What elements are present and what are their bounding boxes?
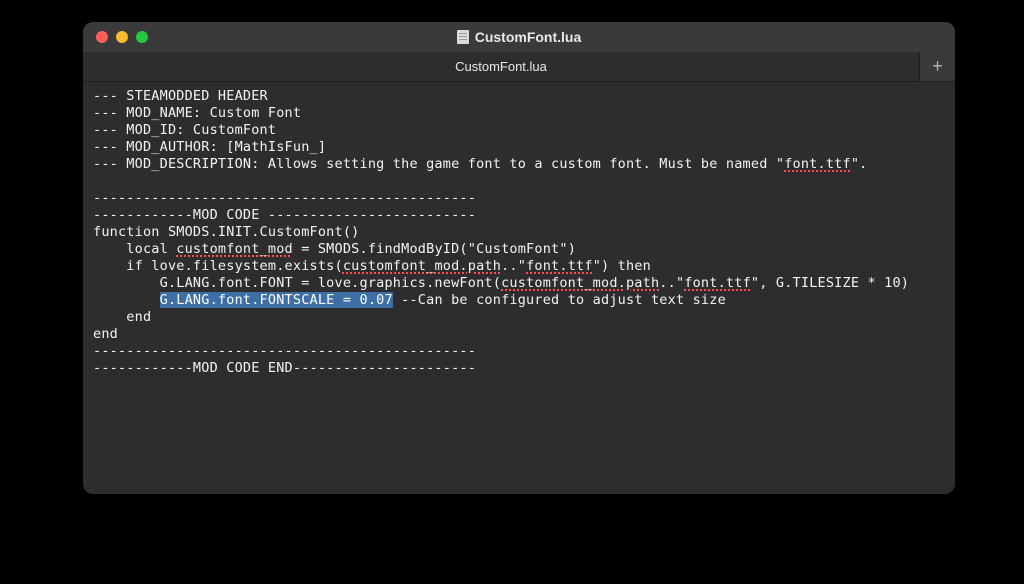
spellcheck-underline: customfont_mod.path — [501, 275, 659, 291]
editor-window: CustomFont.lua CustomFont.lua + --- STEA… — [83, 22, 955, 494]
titlebar[interactable]: CustomFont.lua — [83, 22, 955, 52]
code-line: --- MOD_DESCRIPTION: Allows setting the … — [93, 156, 867, 172]
zoom-icon[interactable] — [136, 31, 148, 43]
spellcheck-underline: font.ttf — [684, 275, 751, 291]
tab-label: CustomFont.lua — [455, 59, 547, 74]
spellcheck-underline: font.ttf — [526, 258, 593, 274]
new-tab-button[interactable]: + — [919, 52, 955, 81]
code-line: --- MOD_AUTHOR: [MathIsFun_] — [93, 139, 326, 155]
code-line: end — [93, 309, 151, 325]
document-icon — [457, 30, 469, 44]
tab-bar: CustomFont.lua + — [83, 52, 955, 82]
spellcheck-underline: customfont_mod — [176, 241, 293, 257]
minimize-icon[interactable] — [116, 31, 128, 43]
spellcheck-underline: customfont_mod.path — [343, 258, 501, 274]
tab-customfont[interactable]: CustomFont.lua — [83, 52, 919, 81]
code-editor[interactable]: --- STEAMODDED HEADER --- MOD_NAME: Cust… — [83, 82, 955, 494]
code-line: --- MOD_NAME: Custom Font — [93, 105, 301, 121]
code-line: ------------MOD CODE END----------------… — [93, 360, 476, 376]
code-line: if love.filesystem.exists(customfont_mod… — [93, 258, 651, 274]
plus-icon: + — [932, 56, 943, 77]
close-icon[interactable] — [96, 31, 108, 43]
code-line: --- STEAMODDED HEADER — [93, 88, 268, 104]
spellcheck-underline: font.ttf — [784, 156, 851, 172]
code-line: G.LANG.font.FONTSCALE = 0.07 --Can be co… — [93, 292, 726, 308]
window-controls — [83, 31, 148, 43]
code-line: ----------------------------------------… — [93, 343, 476, 359]
window-title: CustomFont.lua — [83, 29, 955, 45]
code-line: end — [93, 326, 118, 342]
code-line: local customfont_mod = SMODS.findModByID… — [93, 241, 576, 257]
code-line: function SMODS.INIT.CustomFont() — [93, 224, 360, 240]
code-line: --- MOD_ID: CustomFont — [93, 122, 276, 138]
text-selection: G.LANG.font.FONTSCALE = 0.07 — [160, 292, 393, 308]
code-line: ----------------------------------------… — [93, 190, 476, 206]
code-line: ------------MOD CODE -------------------… — [93, 207, 476, 223]
window-title-text: CustomFont.lua — [475, 29, 582, 45]
code-line: G.LANG.font.FONT = love.graphics.newFont… — [93, 275, 909, 291]
